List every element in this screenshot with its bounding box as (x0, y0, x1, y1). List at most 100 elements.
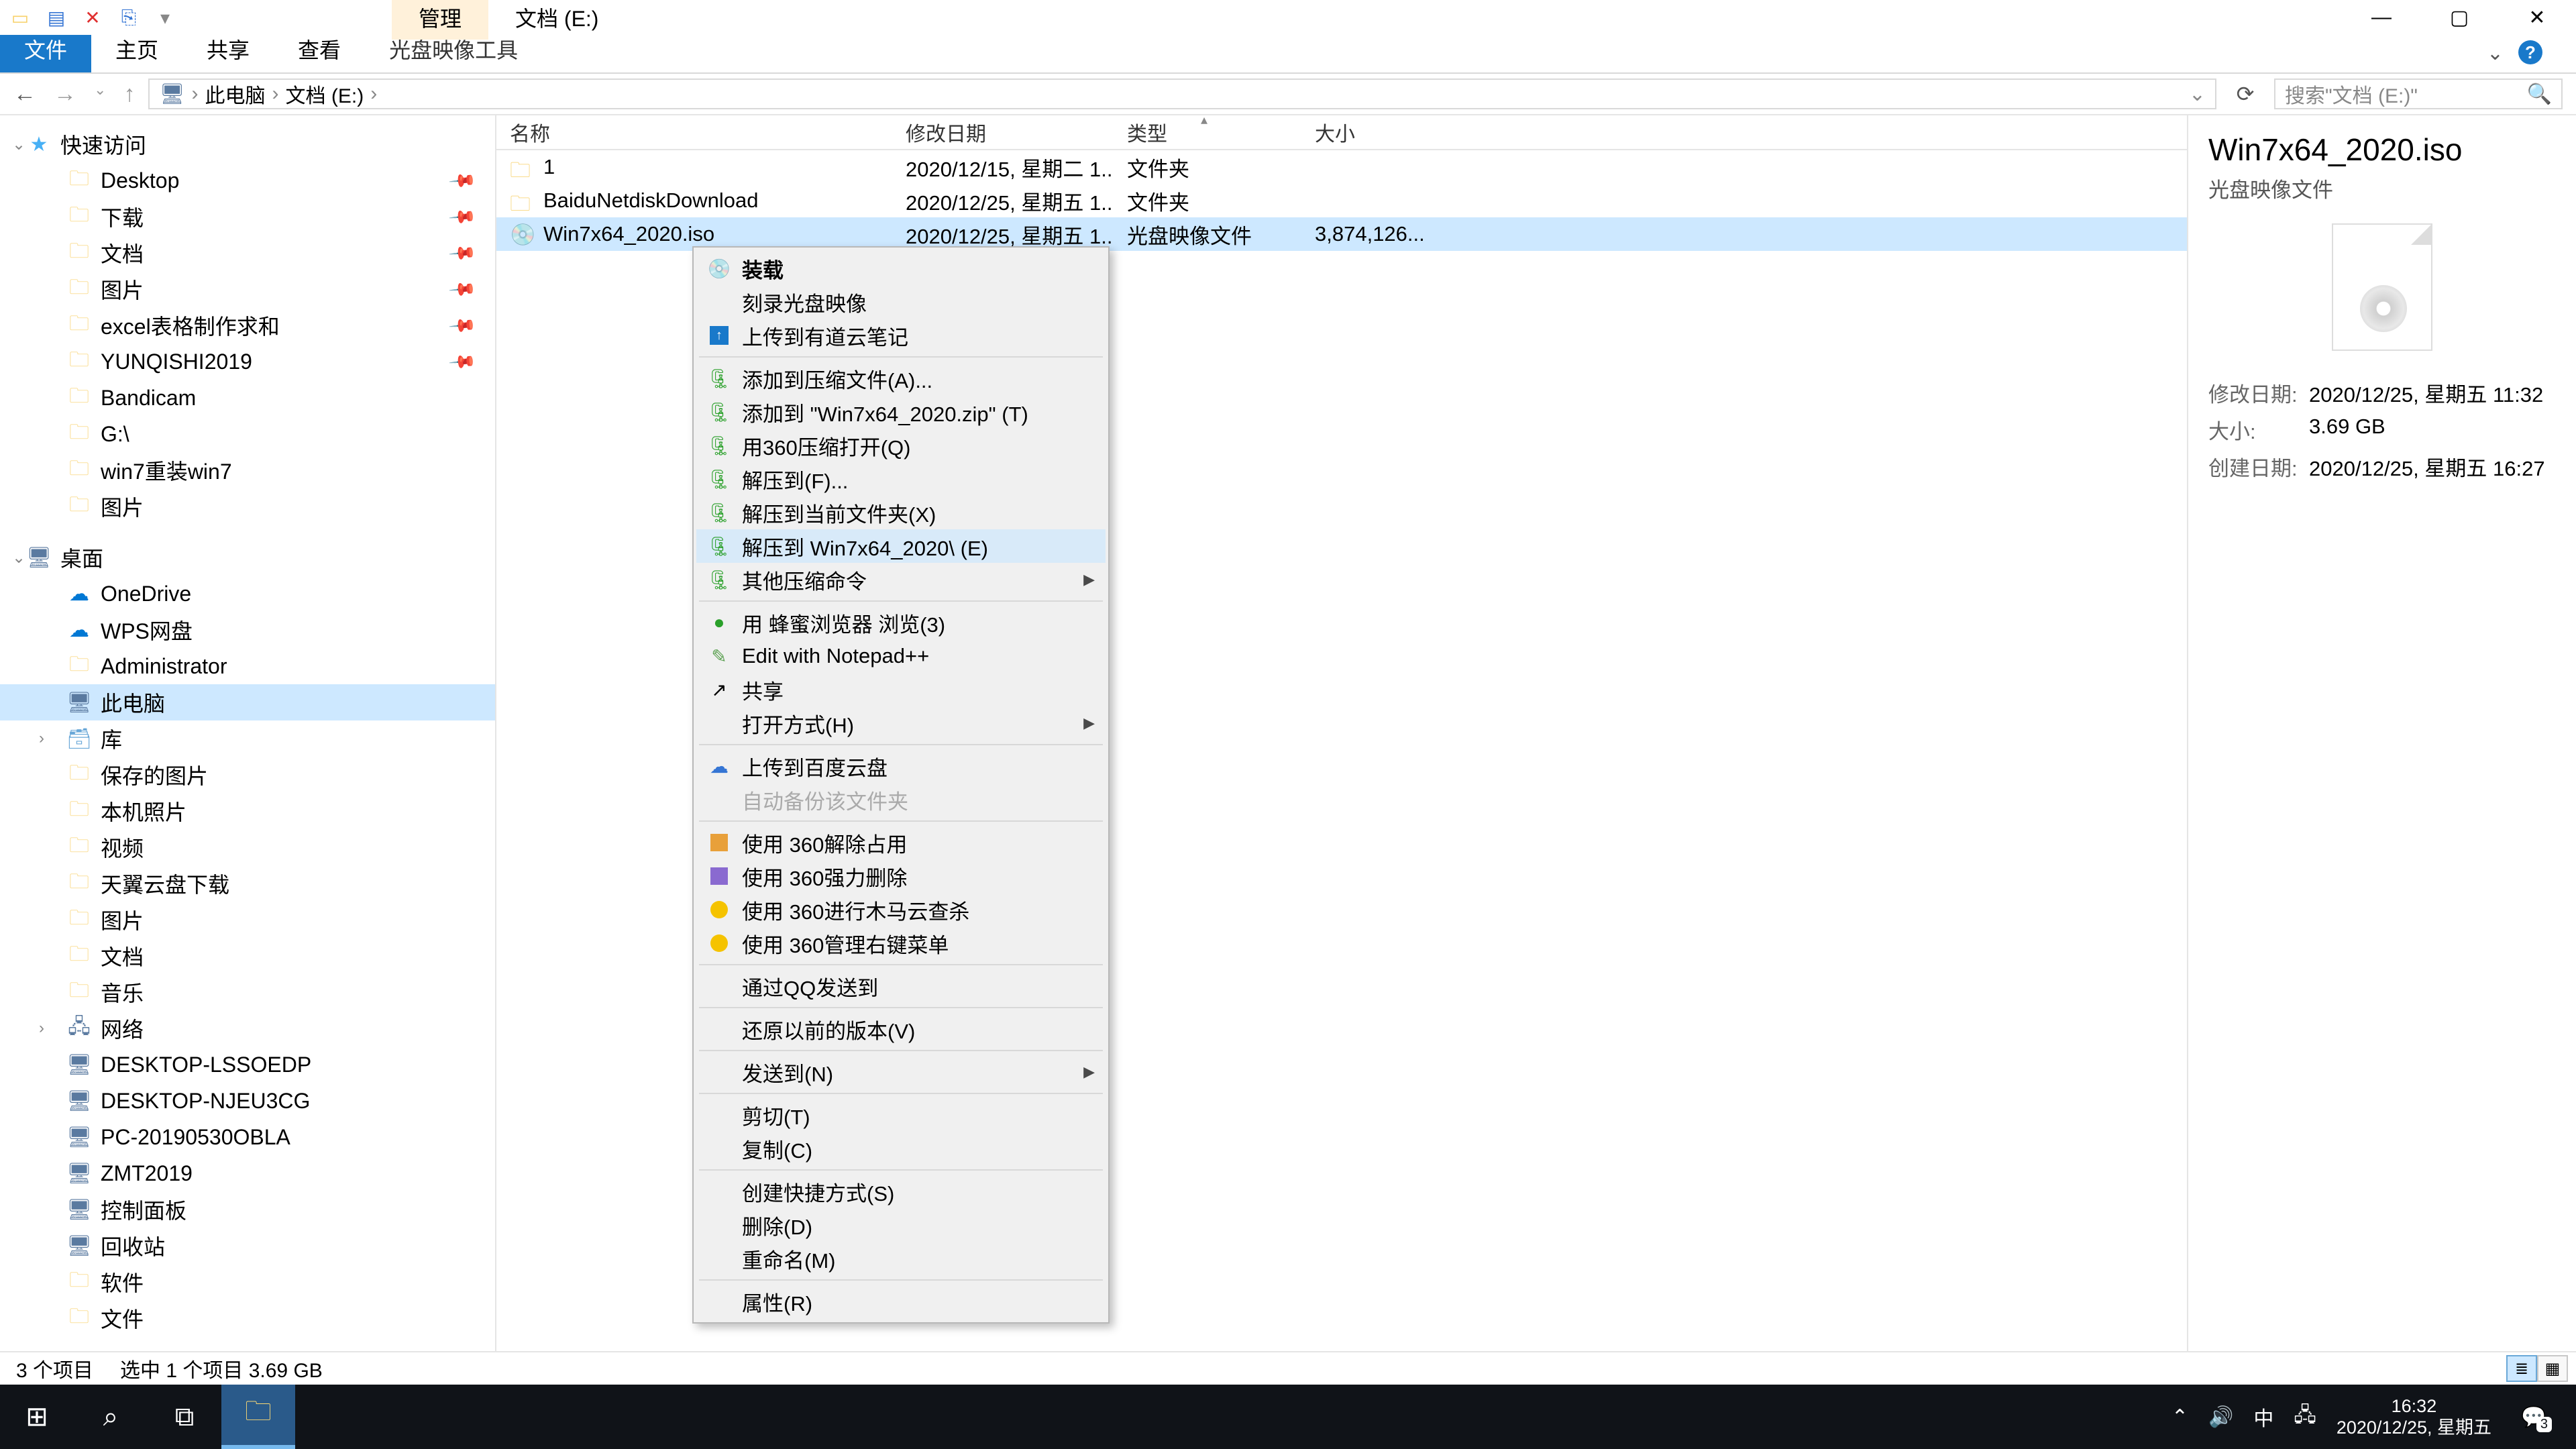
view-large-button[interactable]: ▦ (2537, 1355, 2568, 1382)
column-name[interactable]: 名称 (496, 117, 892, 147)
taskbar-search-icon[interactable]: ⌕ (74, 1385, 148, 1449)
tree-item[interactable]: 🗀音乐 (0, 974, 495, 1010)
tree-item[interactable]: 🗀YUNQISHI2019📌 (0, 343, 495, 380)
tree-item[interactable]: 🗀Bandicam (0, 380, 495, 416)
task-view-icon[interactable]: ⧉ (148, 1385, 221, 1449)
tree-item[interactable]: 🗀本机照片 (0, 793, 495, 829)
tree-item[interactable]: 🖥此电脑 (0, 684, 495, 720)
context-menu-item[interactable]: 🗜添加到压缩文件(A)... (696, 362, 1106, 395)
context-menu-item[interactable]: 💿装载 (696, 252, 1106, 285)
tree-item[interactable]: ›🗃库 (0, 720, 495, 757)
tree-item[interactable]: 🗀excel表格制作求和📌 (0, 307, 495, 343)
context-menu-item[interactable]: 🗜添加到 "Win7x64_2020.zip" (T) (696, 395, 1106, 429)
ime-indicator[interactable]: 中 (2253, 1402, 2273, 1432)
context-menu-item[interactable]: ↗共享 (696, 673, 1106, 706)
column-size[interactable]: 大小 (1301, 117, 1436, 147)
tree-item[interactable]: 🗀图片📌 (0, 271, 495, 307)
taskbar[interactable]: ⊞ ⌕ ⧉ 🗀 ⌃ 🔊 中 🖧 16:32 2020/12/25, 星期五 💬3 (0, 1385, 2576, 1449)
tree-item[interactable]: 🗀保存的图片 (0, 757, 495, 793)
tree-item[interactable]: 🗀文档📌 (0, 235, 495, 271)
context-menu-item[interactable]: 🗜其他压缩命令▶ (696, 563, 1106, 596)
chevron-icon[interactable]: › (39, 729, 44, 748)
tree-item[interactable]: 🖥PC-20190530OBLA (0, 1119, 495, 1155)
tree-item[interactable]: 🗀文档 (0, 938, 495, 974)
tree-item[interactable]: 🗀G:\ (0, 416, 495, 452)
maximize-button[interactable]: ▢ (2420, 0, 2498, 35)
crumb-dropdown-icon[interactable]: ⌄ (2189, 83, 2206, 106)
address-bar[interactable]: 🖥 › 此电脑 › 文档 (E:) › ⌄ (148, 78, 2216, 109)
context-menu-item[interactable]: 🗜解压到(F)... (696, 462, 1106, 496)
tree-item[interactable]: 🗀视频 (0, 829, 495, 865)
tree-item[interactable]: ☁OneDrive (0, 576, 495, 612)
context-menu-item[interactable]: ↑上传到有道云笔记 (696, 319, 1106, 352)
context-menu-item[interactable]: 使用 360进行木马云查杀 (696, 893, 1106, 926)
tree-item[interactable]: 🗀图片 (0, 902, 495, 938)
qat-dropdown-icon[interactable]: ▾ (153, 5, 177, 30)
context-menu-item[interactable]: 使用 360管理右键菜单 (696, 926, 1106, 960)
context-menu-item[interactable]: 创建快捷方式(S) (696, 1175, 1106, 1208)
tree-item[interactable]: 🗀文件 (0, 1300, 495, 1336)
context-menu-item[interactable]: 🗜解压到当前文件夹(X) (696, 496, 1106, 529)
action-center-icon[interactable]: 💬3 (2512, 1395, 2556, 1439)
qat-prop-icon[interactable]: ▤ (44, 5, 68, 30)
context-menu-item[interactable]: ✎Edit with Notepad++ (696, 639, 1106, 673)
tree-item[interactable]: ›🖧网络 (0, 1010, 495, 1046)
chevron-icon[interactable]: › (39, 1019, 44, 1038)
context-menu-item[interactable]: 删除(D) (696, 1208, 1106, 1242)
tray-expand-icon[interactable]: ⌃ (2171, 1405, 2188, 1429)
column-date[interactable]: 修改日期 (892, 117, 1114, 147)
context-menu-item[interactable]: ☁上传到百度云盘 (696, 749, 1106, 783)
tree-item[interactable]: ☁WPS网盘 (0, 612, 495, 648)
context-menu-item[interactable]: 还原以前的版本(V) (696, 1012, 1106, 1046)
tree-item[interactable]: 🗀图片 (0, 488, 495, 525)
tree-item[interactable]: 🖥ZMT2019 (0, 1155, 495, 1191)
context-menu-item[interactable]: 发送到(N)▶ (696, 1055, 1106, 1089)
qat-delete-icon[interactable]: ✕ (80, 5, 105, 30)
close-button[interactable]: ✕ (2498, 0, 2576, 35)
taskbar-clock[interactable]: 16:32 2020/12/25, 星期五 (2337, 1395, 2491, 1439)
chevron-down-icon[interactable]: ⌄ (12, 548, 25, 568)
context-tab-manage[interactable]: 管理 (392, 0, 488, 40)
crumb-pc[interactable]: 此电脑 (205, 79, 266, 109)
navigation-pane[interactable]: ⌄★快速访问🗀Desktop📌🗀下载📌🗀文档📌🗀图片📌🗀excel表格制作求和📌… (0, 115, 496, 1351)
context-menu-item[interactable]: 使用 360解除占用 (696, 826, 1106, 859)
search-input[interactable]: 搜索"文档 (E:)" 🔍 (2274, 78, 2563, 109)
context-menu-item[interactable]: ●用 蜂蜜浏览器 浏览(3) (696, 606, 1106, 639)
nav-back-icon[interactable]: ← (13, 81, 36, 107)
tree-item[interactable]: 🗀Administrator (0, 648, 495, 684)
context-menu-item[interactable]: 复制(C) (696, 1132, 1106, 1165)
chevron-down-icon[interactable]: ⌄ (12, 135, 25, 154)
context-menu-item[interactable]: 通过QQ发送到 (696, 969, 1106, 1003)
help-icon[interactable]: ? (2518, 40, 2542, 64)
context-menu-item[interactable]: 刻录光盘映像 (696, 285, 1106, 319)
tree-item[interactable]: 🗀下载📌 (0, 199, 495, 235)
tree-item[interactable]: 🗀Desktop📌 (0, 162, 495, 199)
ribbon-expand-icon[interactable]: ⌄ (2487, 42, 2504, 65)
start-button[interactable]: ⊞ (0, 1385, 74, 1449)
context-menu-item[interactable]: 剪切(T) (696, 1098, 1106, 1132)
taskbar-explorer-icon[interactable]: 🗀 (221, 1385, 295, 1449)
tree-item[interactable]: 🗀天翼云盘下载 (0, 865, 495, 902)
context-menu[interactable]: 💿装载刻录光盘映像↑上传到有道云笔记 🗜添加到压缩文件(A)...🗜添加到 "Wi… (692, 246, 1110, 1324)
tree-quick-access[interactable]: ⌄★快速访问 (0, 126, 495, 162)
search-icon[interactable]: 🔍 (2527, 83, 2552, 106)
context-menu-item[interactable]: 打开方式(H)▶ (696, 706, 1106, 740)
tree-item[interactable]: 🗀软件 (0, 1264, 495, 1300)
volume-icon[interactable]: 🔊 (2208, 1405, 2233, 1429)
context-menu-item[interactable]: 属性(R) (696, 1285, 1106, 1318)
tree-item[interactable]: 🖥DESKTOP-LSSOEDP (0, 1046, 495, 1083)
tree-item[interactable]: 🖥控制面板 (0, 1191, 495, 1228)
context-menu-item[interactable]: 🗜用360压缩打开(Q) (696, 429, 1106, 462)
view-details-button[interactable]: ≣ (2506, 1355, 2537, 1382)
tree-desktop[interactable]: ⌄🖥桌面 (0, 539, 495, 576)
tree-item[interactable]: 🖥回收站 (0, 1228, 495, 1264)
refresh-icon[interactable]: ⟳ (2230, 81, 2261, 107)
context-menu-item[interactable]: 使用 360强力删除 (696, 859, 1106, 893)
context-menu-item[interactable]: 🗜解压到 Win7x64_2020\ (E) (696, 529, 1106, 563)
tree-item[interactable]: 🖥DESKTOP-NJEU3CG (0, 1083, 495, 1119)
file-row[interactable]: 🗀BaiduNetdiskDownload2020/12/25, 星期五 1..… (496, 184, 2187, 217)
nav-history-icon[interactable]: ⌄ (94, 81, 106, 107)
file-row[interactable]: 🗀12020/12/15, 星期二 1...文件夹 (496, 150, 2187, 184)
network-icon[interactable]: 🖧 (2294, 1400, 2316, 1434)
context-menu-item[interactable]: 重命名(M) (696, 1242, 1106, 1275)
